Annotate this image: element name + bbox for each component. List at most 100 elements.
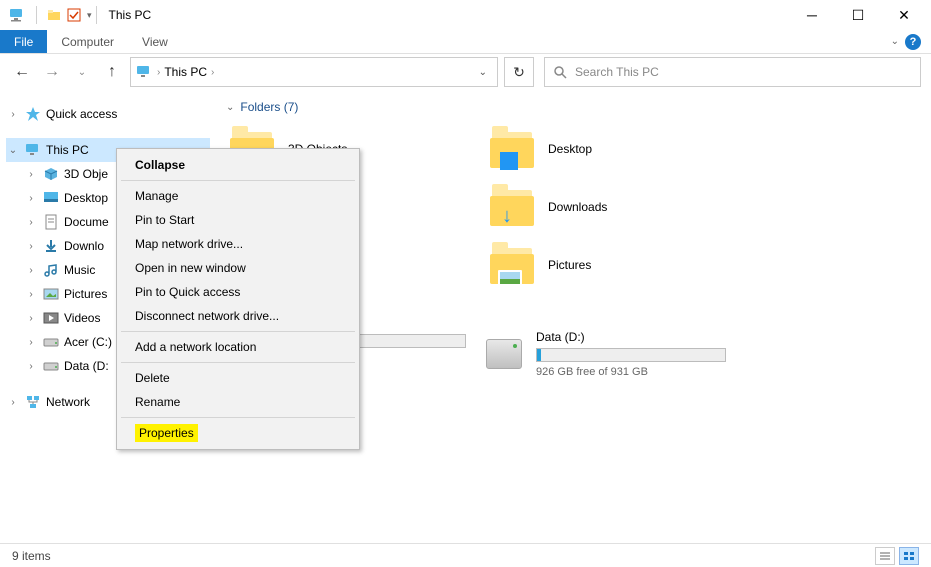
drive-icon: [42, 333, 60, 351]
ribbon-expand-icon[interactable]: ⌄: [891, 36, 899, 47]
context-menu: Collapse Manage Pin to Start Map network…: [116, 148, 360, 450]
folder-small-icon[interactable]: [47, 9, 61, 21]
folders-group-header[interactable]: ⌄ Folders (7): [226, 100, 915, 114]
sidebar-label: Pictures: [64, 287, 107, 301]
view-details-button[interactable]: [875, 547, 895, 565]
download-overlay-icon: ↓: [502, 205, 512, 228]
expand-icon[interactable]: ›: [24, 241, 38, 252]
sidebar-label: Videos: [64, 311, 100, 325]
tab-view[interactable]: View: [128, 30, 182, 53]
menu-separator: [121, 180, 355, 181]
menu-properties[interactable]: Properties: [135, 424, 198, 442]
expand-icon[interactable]: ›: [24, 289, 38, 300]
folder-icon: [490, 130, 534, 168]
folder-label: Downloads: [548, 200, 607, 214]
expand-icon[interactable]: ›: [24, 193, 38, 204]
desktop-icon: [42, 189, 60, 207]
folder-downloads[interactable]: ↓ Downloads: [486, 178, 746, 236]
address-bar[interactable]: › This PC › ⌄: [130, 57, 498, 87]
drive-usage-bar: [536, 348, 726, 362]
documents-icon: [42, 213, 60, 231]
menu-pin-start[interactable]: Pin to Start: [119, 208, 357, 232]
collapse-icon[interactable]: ⌄: [6, 145, 20, 156]
breadcrumb[interactable]: This PC: [164, 65, 207, 79]
up-button[interactable]: ↑: [100, 60, 124, 84]
expand-icon[interactable]: ›: [24, 313, 38, 324]
desktop-overlay-icon: [500, 152, 518, 170]
sidebar-label: Desktop: [64, 191, 108, 205]
drive-icon: [486, 339, 522, 369]
menu-pin-quick-access[interactable]: Pin to Quick access: [119, 280, 357, 304]
group-header-label: Folders (7): [240, 100, 298, 114]
expand-icon[interactable]: ›: [24, 361, 38, 372]
titlebar: ▾ This PC ─ ☐ ✕: [0, 0, 931, 30]
cube-icon: [42, 165, 60, 183]
search-bar[interactable]: [544, 57, 921, 87]
pictures-icon: [42, 285, 60, 303]
menu-separator: [121, 417, 355, 418]
menu-open-new-window[interactable]: Open in new window: [119, 256, 357, 280]
help-icon[interactable]: ?: [905, 34, 921, 50]
address-dropdown-icon[interactable]: ⌄: [473, 67, 493, 78]
ribbon: File Computer View ⌄ ?: [0, 30, 931, 54]
expand-icon[interactable]: ›: [24, 265, 38, 276]
sidebar-label: Docume: [64, 215, 109, 229]
folder-desktop[interactable]: Desktop: [486, 120, 746, 178]
folder-icon: ↓: [490, 188, 534, 226]
menu-rename[interactable]: Rename: [119, 390, 357, 414]
chevron-right-icon[interactable]: ›: [211, 67, 214, 78]
drive-free-text: 926 GB free of 931 GB: [536, 366, 726, 378]
sidebar-label: Quick access: [46, 107, 117, 121]
menu-manage[interactable]: Manage: [119, 184, 357, 208]
drive-icon: [42, 357, 60, 375]
sidebar-label: Downlo: [64, 239, 104, 253]
star-icon: [24, 105, 42, 123]
window-controls: ─ ☐ ✕: [789, 0, 927, 30]
back-button[interactable]: ←: [10, 60, 34, 84]
close-button[interactable]: ✕: [881, 0, 927, 30]
expand-icon[interactable]: ›: [6, 397, 20, 408]
expand-icon[interactable]: ›: [24, 337, 38, 348]
download-icon: [42, 237, 60, 255]
tab-computer[interactable]: Computer: [47, 30, 128, 53]
chevron-right-icon[interactable]: ›: [157, 67, 160, 78]
window-title: This PC: [109, 8, 152, 22]
view-tiles-button[interactable]: [899, 547, 919, 565]
thispc-icon: [8, 7, 26, 23]
drive-d[interactable]: Data (D:) 926 GB free of 931 GB: [486, 330, 726, 378]
menu-disconnect-drive[interactable]: Disconnect network drive...: [119, 304, 357, 328]
sidebar-label: Acer (C:): [64, 335, 112, 349]
thispc-crumb-icon: [135, 65, 153, 79]
menu-collapse[interactable]: Collapse: [119, 153, 357, 177]
qat-dropdown-icon[interactable]: ▾: [87, 10, 92, 21]
menu-map-drive[interactable]: Map network drive...: [119, 232, 357, 256]
folder-label: Pictures: [548, 258, 591, 272]
menu-add-network-location[interactable]: Add a network location: [119, 335, 357, 359]
sidebar-item-quick-access[interactable]: › Quick access: [6, 102, 210, 126]
recent-dropdown-icon[interactable]: ⌄: [70, 60, 94, 84]
videos-icon: [42, 309, 60, 327]
sidebar-label: This PC: [46, 143, 89, 157]
expand-icon[interactable]: ›: [24, 169, 38, 180]
maximize-button[interactable]: ☐: [835, 0, 881, 30]
forward-button[interactable]: →: [40, 60, 64, 84]
tab-file[interactable]: File: [0, 30, 47, 53]
search-input[interactable]: [575, 65, 912, 79]
expand-icon[interactable]: ›: [24, 217, 38, 228]
expand-icon[interactable]: ›: [6, 109, 20, 120]
minimize-button[interactable]: ─: [789, 0, 835, 30]
drive-name: Data (D:): [536, 330, 726, 344]
photo-overlay-icon: [498, 270, 522, 286]
properties-check-icon[interactable]: [67, 8, 81, 22]
menu-separator: [121, 362, 355, 363]
folder-icon: [490, 246, 534, 284]
chevron-down-icon[interactable]: ⌄: [226, 102, 234, 113]
sidebar-label: Network: [46, 395, 90, 409]
folder-label: Desktop: [548, 142, 592, 156]
folder-pictures[interactable]: Pictures: [486, 236, 746, 294]
refresh-button[interactable]: ↻: [504, 57, 534, 87]
statusbar: 9 items: [0, 543, 931, 567]
view-switcher: [875, 547, 919, 565]
thispc-icon: [24, 141, 42, 159]
menu-delete[interactable]: Delete: [119, 366, 357, 390]
